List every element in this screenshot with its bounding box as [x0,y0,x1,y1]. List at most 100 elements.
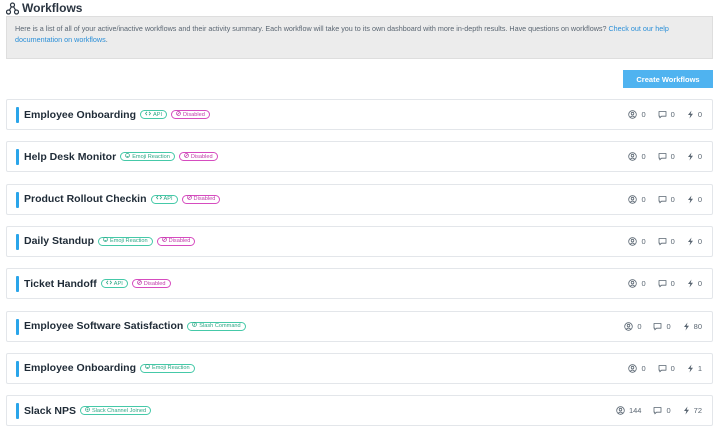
workflow-row[interactable]: Employee Onboarding Emoji Reaction 0 0 1 [6,352,713,384]
user-circle-icon [628,152,638,161]
comment-icon [653,406,662,415]
code-icon [144,111,152,119]
participants-stat: 0 [628,279,646,289]
comment-icon [658,152,667,161]
participants-count: 0 [641,363,646,373]
participants-stat: 0 [628,194,646,204]
participants-stat: 0 [628,152,646,162]
participants-stat: 144 [616,406,642,416]
user-circle-icon [624,321,634,331]
disabled-badge: Disabled [171,110,210,119]
participants-count: 0 [641,236,646,246]
workflow-name[interactable]: Employee Onboarding [24,109,136,121]
runs-stat: 0 [687,110,702,119]
lightning-icon [687,152,694,161]
workflow-row[interactable]: Product Rollout Checkin API Disabled 0 0 0 [6,183,713,215]
api-badge: API [140,110,168,119]
responses-count: 0 [670,194,675,204]
slash-badge: Slash Command [187,321,246,331]
ban-icon [136,279,142,288]
badge-label: Slack Channel Joined [91,407,147,414]
info-suffix: . [105,35,108,44]
workflow-row[interactable]: Employee Onboarding API Disabled 0 0 0 [6,99,713,130]
create-workflows-button[interactable]: Create Workflows [623,70,713,88]
disabled-badge: Disabled [156,236,196,246]
runs-stat: 0 [687,195,702,204]
workflow-row[interactable]: Ticket Handoff API Disabled 0 0 0 [6,268,713,300]
participants-stat: 0 [628,363,646,373]
page-header: Workflows [6,1,82,15]
disabled-badge: Disabled [131,279,171,289]
user-circle-icon [628,237,638,246]
participants-stat: 0 [624,322,641,331]
badge-label: Emoji Reaction [110,238,148,245]
workflow-name[interactable]: Daily Standup [24,235,94,247]
participants-count: 0 [641,279,646,289]
lightning-icon [687,110,694,119]
workflow-row[interactable]: Employee Software Satisfaction Slash Comm… [6,310,713,342]
workflow-row[interactable]: Daily Standup Emoji Reaction Disabled 0 0 0 [6,225,713,257]
workflow-title-group: Product Rollout Checkin API Disabled [24,185,221,214]
participants-count: 0 [641,194,646,204]
user-circle-icon [628,194,638,204]
badge-label: API [163,196,173,203]
code-icon [105,280,112,288]
responses-stat: 0 [658,152,675,161]
workflow-name[interactable]: Slack NPS [24,405,76,417]
badge-label: Emoji Reaction [152,365,190,372]
badge-label: API [153,111,163,118]
badge-label: Emoji Reaction [132,153,170,160]
info-text: Here is a list of all of your active/ina… [15,24,609,33]
participants-count: 144 [628,406,642,416]
emoji-badge: Emoji Reaction [98,236,153,246]
runs-count: 0 [697,236,702,246]
api-badge: API [150,194,178,204]
comment-icon [658,364,667,373]
user-circle-icon [628,279,638,288]
responses-stat: 0 [653,406,671,415]
workflow-title-group: Employee Onboarding API Disabled [24,100,210,129]
runs-count: 80 [693,321,702,331]
workflow-title-group: Slack NPS Slack Channel Joined [24,396,152,425]
ban-icon [176,110,181,119]
workflow-name[interactable]: Help Desk Monitor [24,151,116,163]
workflow-title-group: Daily Standup Emoji Reaction Disabled [24,227,196,256]
workflow-name[interactable]: Employee Onboarding [24,362,136,374]
participants-stat: 0 [628,236,646,246]
ban-icon [183,152,189,161]
user-circle-icon [628,364,638,373]
info-banner: Here is a list of all of your active/ina… [6,16,713,59]
runs-stat: 1 [687,364,702,373]
workflow-name[interactable]: Product Rollout Checkin [24,193,147,205]
runs-stat: 0 [687,152,702,161]
workflow-row[interactable]: Slack NPS Slack Channel Joined 144 0 72 [6,395,713,427]
runs-stat: 0 [687,279,702,288]
participants-count: 0 [641,110,646,119]
comment-icon [653,322,662,331]
row-accent-bar [16,149,19,166]
channel-badge: Slack Channel Joined [79,406,152,416]
badge-label: Disabled [190,153,213,160]
responses-count: 0 [670,363,675,373]
badge-label: Disabled [193,196,216,203]
user-circle-icon [628,110,638,119]
channel-icon [85,406,90,415]
workflow-name[interactable]: Ticket Handoff [24,278,97,290]
badge-label: Disabled [168,238,191,245]
workflow-title-group: Help Desk Monitor Emoji Reaction Disabled [24,142,218,171]
participants-count: 0 [641,152,646,162]
smiley-icon [103,237,108,245]
row-accent-bar [16,276,19,293]
lightning-icon [687,237,694,246]
runs-count: 0 [697,110,702,119]
comment-icon [658,110,667,119]
badge-label: API [113,280,123,287]
responses-count: 0 [666,321,671,331]
user-circle-icon [616,406,625,415]
workflow-name[interactable]: Employee Software Satisfaction [24,320,183,332]
runs-stat: 80 [683,322,702,331]
workflow-title-group: Ticket Handoff API Disabled [24,269,171,298]
workflow-stats: 0 0 1 [628,354,702,383]
smiley-icon [125,152,131,161]
workflow-row[interactable]: Help Desk Monitor Emoji Reaction Disabled 0… [6,141,713,173]
